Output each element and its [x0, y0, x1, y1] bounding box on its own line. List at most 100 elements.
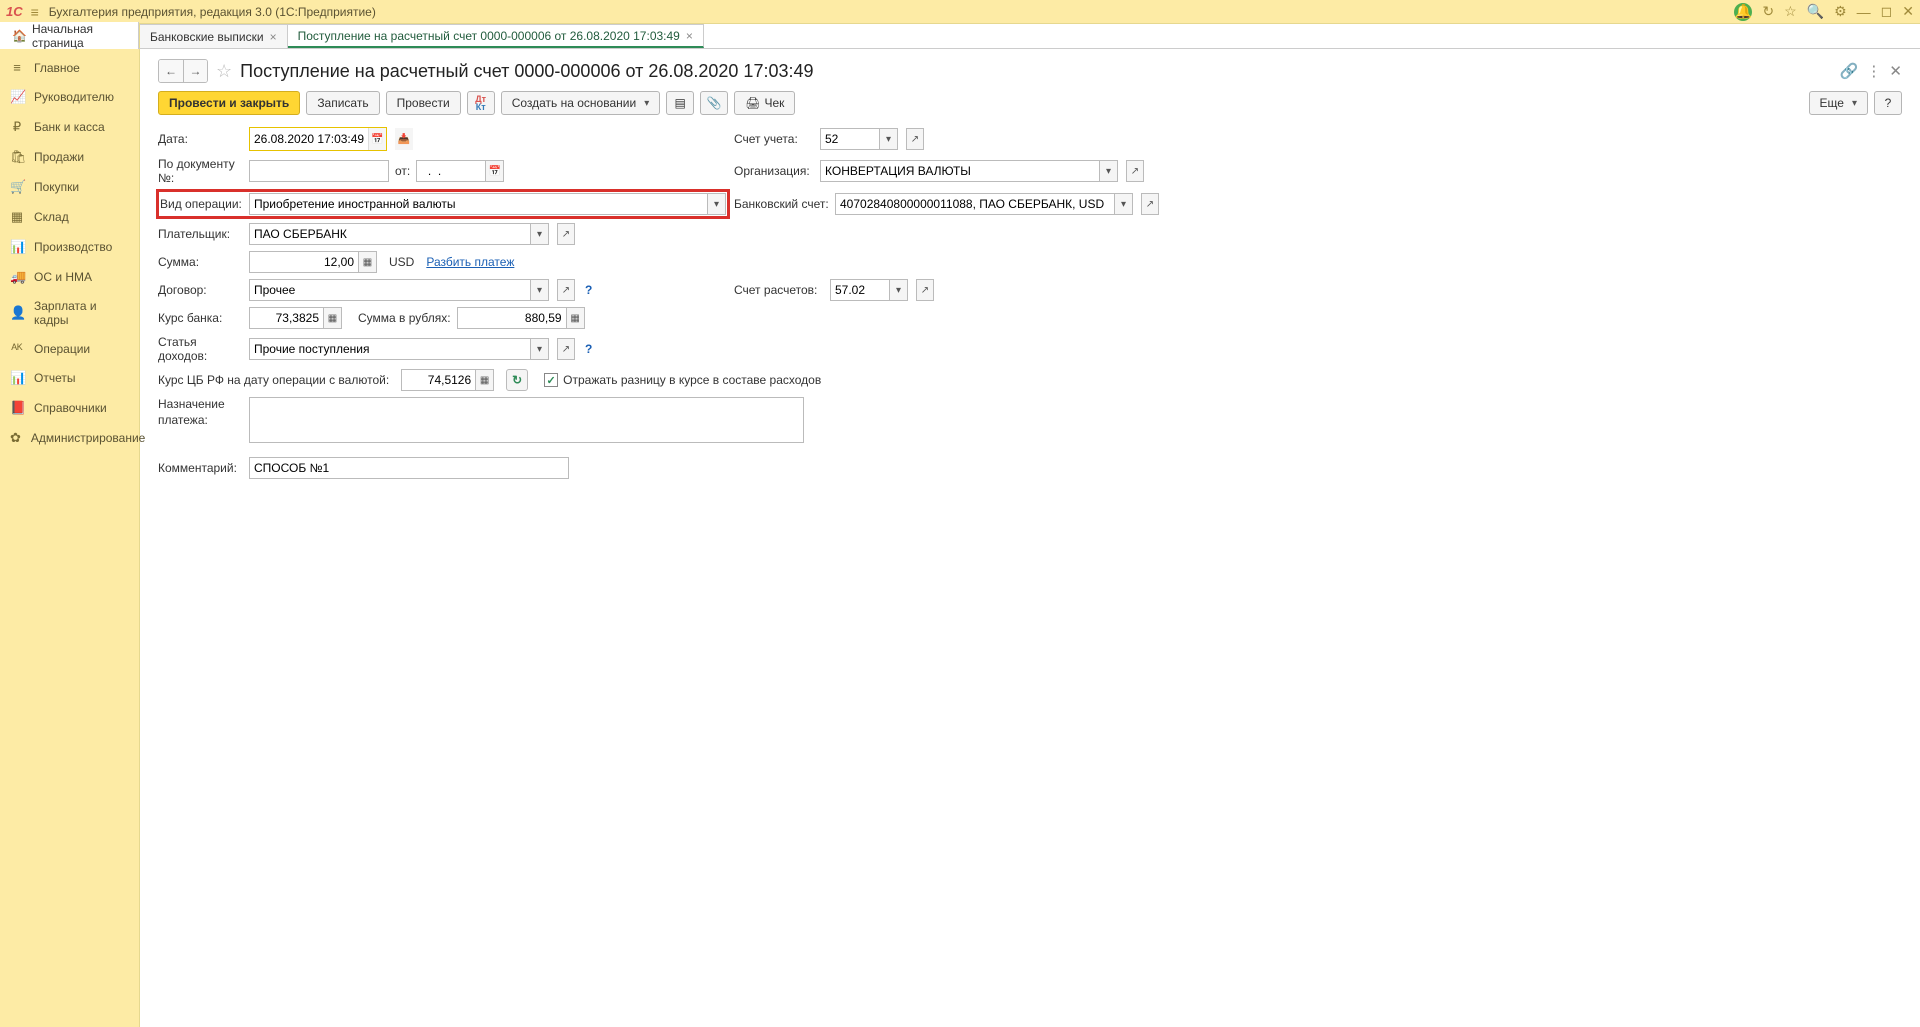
open-button[interactable]: ↗ — [1141, 193, 1159, 215]
help-button[interactable]: ? — [1874, 91, 1902, 115]
income-item-input[interactable] — [249, 338, 531, 360]
dropdown-icon[interactable]: ▾ — [531, 338, 549, 360]
sidebar-item-label: Справочники — [34, 401, 107, 415]
favorite-toggle-icon[interactable]: ☆ — [216, 61, 232, 82]
dropdown-icon[interactable]: ▾ — [1100, 160, 1118, 182]
open-button[interactable]: ↗ — [557, 279, 575, 301]
post-and-close-button[interactable]: Провести и закрыть — [158, 91, 300, 115]
close-window-icon[interactable]: ✕ — [1902, 3, 1914, 20]
amount-label: Сумма: — [158, 255, 243, 269]
calc-icon[interactable]: ▦ — [324, 307, 342, 329]
minimize-icon[interactable]: — — [1857, 4, 1871, 20]
dropdown-icon[interactable]: ▾ — [708, 193, 726, 215]
sidebar-item-purchases[interactable]: 🛒Покупки — [0, 172, 139, 202]
account-input[interactable] — [820, 128, 880, 150]
sidebar-item-production[interactable]: 📊 Производство — [0, 232, 139, 262]
reflect-diff-checkbox[interactable]: ✓ — [544, 373, 558, 387]
save-button[interactable]: Записать — [306, 91, 379, 115]
bank-rate-input[interactable] — [249, 307, 324, 329]
dropdown-icon[interactable]: ▾ — [531, 279, 549, 301]
history-icon[interactable]: ↻ — [1762, 3, 1774, 20]
calendar-button[interactable]: 📅 — [486, 160, 504, 182]
tab-receipt-doc[interactable]: Поступление на расчетный счет 0000-00000… — [288, 24, 704, 48]
amount-rub-input[interactable] — [457, 307, 567, 329]
dropdown-icon[interactable]: ▾ — [890, 279, 908, 301]
op-type-input[interactable] — [249, 193, 708, 215]
purpose-textarea[interactable] — [249, 397, 804, 443]
attach-button[interactable]: 📎 — [700, 91, 728, 115]
post-button[interactable]: Провести — [386, 91, 461, 115]
chart-icon: 📈 — [10, 89, 24, 105]
person-icon: 👤 — [10, 305, 24, 321]
income-item-label: Статья доходов: — [158, 335, 243, 363]
sidebar-item-label: Банк и касса — [34, 120, 105, 134]
open-button[interactable]: ↗ — [557, 338, 575, 360]
open-button[interactable]: ↗ — [557, 223, 575, 245]
open-button[interactable]: ↗ — [916, 279, 934, 301]
menu-icon[interactable]: ≡ — [31, 4, 39, 20]
link-icon[interactable]: 🔗 — [1840, 62, 1859, 80]
calendar-button[interactable]: 📅 — [368, 128, 386, 150]
kebab-icon[interactable]: ⋮ — [1866, 62, 1881, 80]
sidebar-item-manager[interactable]: 📈Руководителю — [0, 82, 139, 112]
app-logo: 1C — [6, 4, 23, 19]
dropdown-icon[interactable]: ▾ — [880, 128, 898, 150]
notifications-icon[interactable]: 🔔 — [1734, 3, 1752, 21]
title-bar: 1C ≡ Бухгалтерия предприятия, редакция 3… — [0, 0, 1920, 24]
payer-input[interactable] — [249, 223, 531, 245]
sidebar-item-reports[interactable]: 📊Отчеты — [0, 363, 139, 393]
tab-label: Банковские выписки — [150, 30, 264, 44]
tab-bank-statements[interactable]: Банковские выписки × — [140, 24, 288, 48]
help-icon[interactable]: ? — [585, 283, 592, 297]
receipt-button[interactable]: 🖨Чек — [734, 91, 795, 115]
settings-icon[interactable]: ⚙ — [1834, 3, 1847, 20]
refresh-rate-button[interactable]: ↻ — [506, 369, 528, 391]
date-input[interactable] — [250, 128, 368, 150]
sidebar-item-label: Производство — [34, 240, 112, 254]
calc-icon[interactable]: ▦ — [359, 251, 377, 273]
sidebar-item-catalogs[interactable]: 📕Справочники — [0, 393, 139, 423]
sidebar-item-main[interactable]: ≡Главное — [0, 53, 139, 82]
dropdown-icon[interactable]: ▾ — [531, 223, 549, 245]
sidebar-item-operations[interactable]: ᴬᴷОперации — [0, 334, 139, 363]
nav-forward-button[interactable]: → — [183, 60, 207, 82]
from-label: от: — [395, 164, 410, 178]
nav-back-button[interactable]: ← — [159, 60, 183, 82]
sidebar-item-warehouse[interactable]: ▦Склад — [0, 202, 139, 232]
doc-from-input[interactable] — [416, 160, 486, 182]
close-icon[interactable]: × — [686, 29, 693, 43]
comment-input[interactable] — [249, 457, 569, 479]
split-payment-link[interactable]: Разбить платеж — [426, 255, 514, 269]
factory-icon: 📊 — [10, 239, 24, 255]
maximize-icon[interactable]: ◻ — [1881, 3, 1893, 20]
more-dropdown[interactable]: Еще — [1809, 91, 1868, 115]
load-icon[interactable]: 📥 — [395, 128, 413, 150]
doc-no-input[interactable] — [249, 160, 389, 182]
bank-account-input[interactable] — [835, 193, 1115, 215]
open-button[interactable]: ↗ — [906, 128, 924, 150]
home-tab[interactable]: 🏠 Начальная страница — [0, 22, 139, 50]
calc-icon[interactable]: ▦ — [567, 307, 585, 329]
create-based-dropdown[interactable]: Создать на основании — [501, 91, 661, 115]
dropdown-icon[interactable]: ▾ — [1115, 193, 1133, 215]
sidebar-item-assets[interactable]: 🚚ОС и НМА — [0, 262, 139, 292]
sidebar-item-bank[interactable]: ₽Банк и касса — [0, 112, 139, 142]
settlement-account-input[interactable] — [830, 279, 890, 301]
contract-input[interactable] — [249, 279, 531, 301]
close-icon[interactable]: × — [270, 30, 277, 44]
sidebar-item-admin[interactable]: ✿Администрирование — [0, 423, 139, 453]
sidebar-item-label: Зарплата и кадры — [34, 299, 129, 327]
sidebar-item-hr[interactable]: 👤 Зарплата и кадры — [0, 292, 139, 334]
calc-icon[interactable]: ▦ — [476, 369, 494, 391]
sidebar-item-sales[interactable]: 🛍Продажи — [0, 142, 139, 172]
favorite-icon[interactable]: ☆ — [1784, 3, 1797, 20]
org-input[interactable] — [820, 160, 1100, 182]
structure-button[interactable]: ▤ — [666, 91, 694, 115]
cb-rate-input[interactable] — [401, 369, 476, 391]
open-button[interactable]: ↗ — [1126, 160, 1144, 182]
help-icon[interactable]: ? — [585, 342, 592, 356]
close-doc-icon[interactable]: ✕ — [1889, 62, 1902, 80]
amount-input[interactable] — [249, 251, 359, 273]
dtkt-button[interactable]: ДтКт — [467, 91, 495, 115]
search-icon[interactable]: 🔍 — [1807, 3, 1824, 20]
